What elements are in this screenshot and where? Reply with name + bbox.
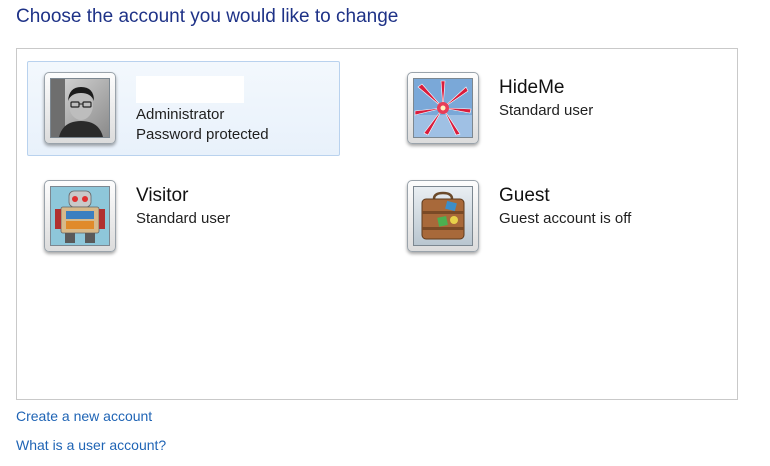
account-type: Administrator: [136, 106, 225, 123]
account-status: Guest account is off: [499, 210, 632, 227]
robot-icon: [51, 187, 109, 245]
account-tile-hideme[interactable]: HideMe Standard user: [390, 61, 703, 156]
account-name: HideMe: [499, 77, 565, 98]
account-tile-administrator[interactable]: Administrator Password protected: [27, 61, 340, 156]
accounts-panel: Administrator Password protected HideMe …: [16, 48, 738, 400]
account-tile-guest[interactable]: Guest Guest account is off: [390, 169, 703, 264]
account-info: Administrator Password protected: [136, 76, 269, 145]
account-picture-frame: [407, 72, 479, 144]
account-tile-visitor[interactable]: Visitor Standard user: [27, 169, 340, 264]
account-name: [136, 76, 244, 103]
account-picture-frame: [407, 180, 479, 252]
account-info: Guest Guest account is off: [499, 184, 631, 229]
account-name: Guest: [499, 185, 550, 206]
account-info: Visitor Standard user: [136, 184, 230, 229]
account-type: Standard user: [499, 102, 594, 119]
account-status: Password protected: [136, 126, 269, 143]
user-account-help-link[interactable]: What is a user account?: [16, 437, 166, 453]
create-account-link[interactable]: Create a new account: [16, 408, 152, 424]
red-flower-icon: [414, 79, 472, 137]
page-title: Choose the account you would like to cha…: [16, 6, 399, 27]
account-type: Standard user: [136, 210, 231, 227]
account-info: HideMe Standard user: [499, 76, 593, 121]
account-picture-frame: [44, 72, 116, 144]
account-picture-frame: [44, 180, 116, 252]
suitcase-icon: [414, 187, 472, 245]
account-name: Visitor: [136, 185, 189, 206]
person-photo-icon: [51, 79, 109, 137]
